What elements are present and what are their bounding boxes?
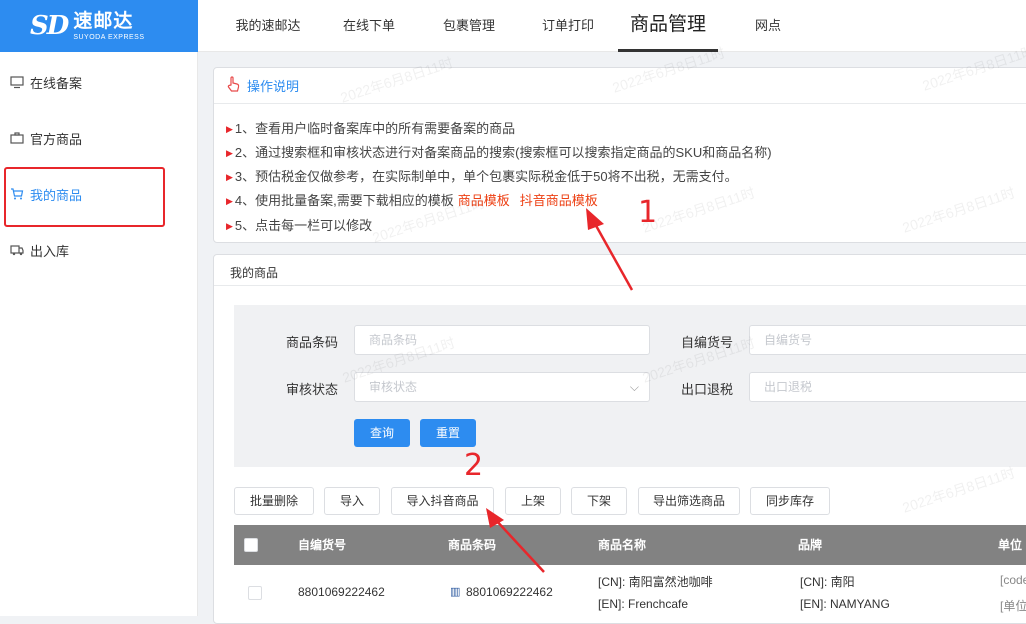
arrow-1-head bbox=[586, 208, 604, 230]
arrow-2-line bbox=[494, 518, 544, 572]
annotation-arrows bbox=[0, 0, 1026, 616]
arrow-1-line bbox=[594, 222, 632, 290]
